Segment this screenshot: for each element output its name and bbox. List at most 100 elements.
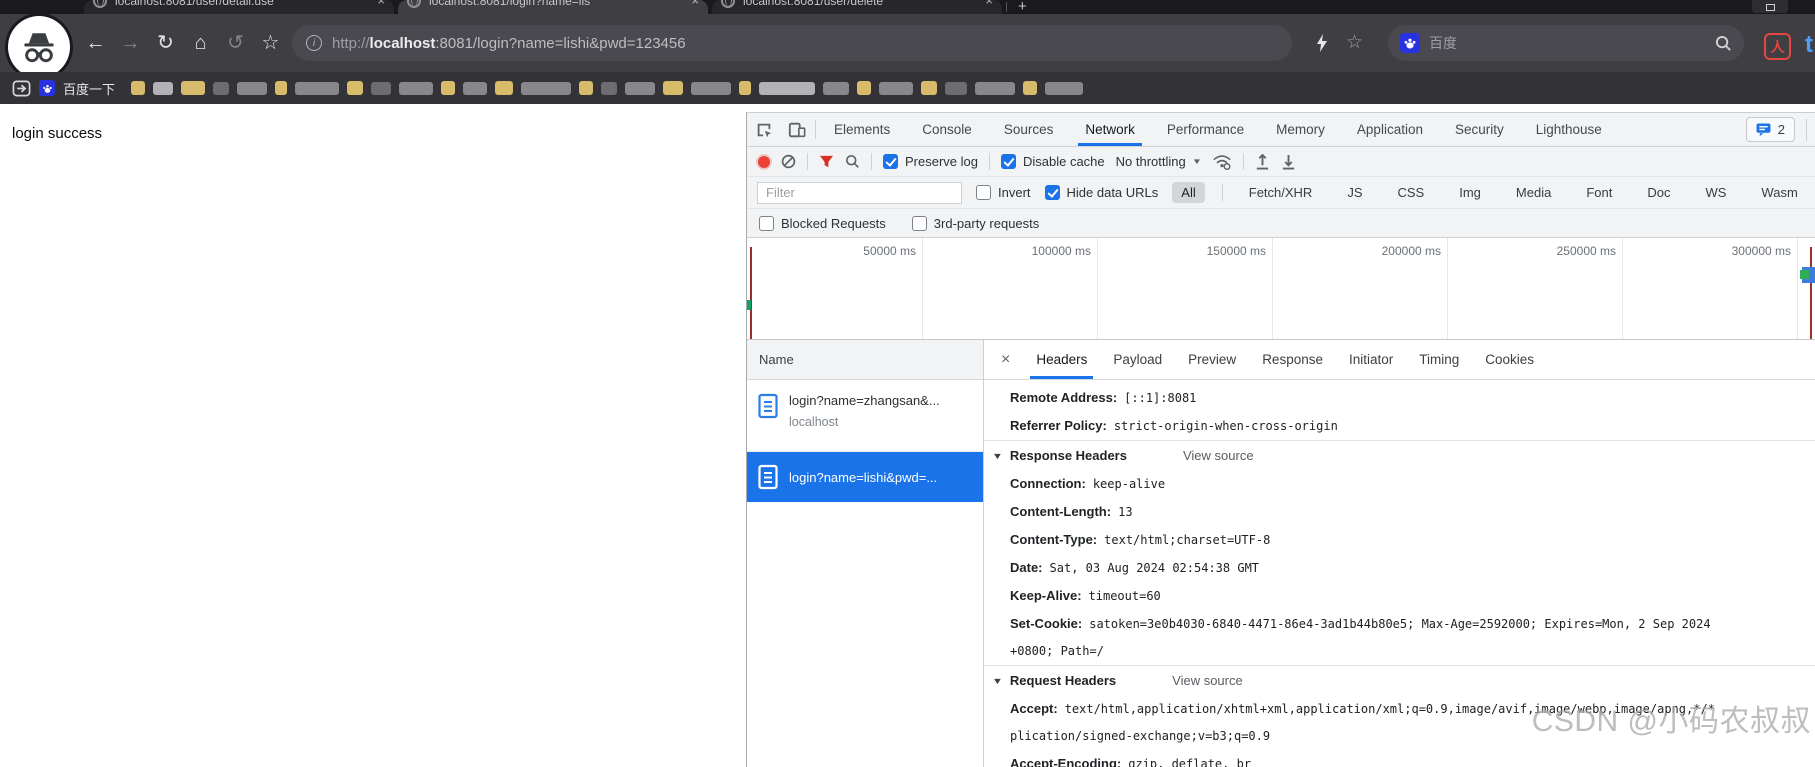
blurred-bookmark[interactable] (857, 81, 872, 95)
blurred-bookmark[interactable] (625, 81, 656, 95)
devtools-tab-security[interactable]: Security (1439, 113, 1520, 146)
blurred-bookmark[interactable] (495, 81, 514, 95)
tab-close-icon[interactable]: × (377, 0, 385, 7)
network-search-icon[interactable] (845, 154, 860, 169)
forward-button[interactable]: → (115, 25, 146, 61)
blurred-bookmark[interactable] (213, 81, 230, 95)
flash-icon[interactable] (1316, 34, 1328, 57)
network-conditions-icon[interactable] (1212, 153, 1232, 170)
resource-type-filter[interactable]: All (1172, 182, 1205, 203)
resource-type-filter[interactable]: Fetch/XHR (1240, 182, 1322, 203)
reload-button[interactable]: ↻ (150, 25, 181, 61)
request-row-selected[interactable]: login?name=lishi&pwd=... (747, 452, 983, 502)
bookmark-baidu-label[interactable]: 百度一下 (63, 79, 115, 98)
home-button[interactable]: ⌂ (185, 25, 216, 61)
devtools-tab-application[interactable]: Application (1341, 113, 1439, 146)
blurred-bookmark[interactable] (921, 81, 938, 95)
request-row[interactable]: login?name=zhangsan&... localhost (747, 380, 983, 452)
browser-tab[interactable]: localhost:8081/login?name=lis × (398, 0, 708, 14)
blurred-bookmark[interactable] (579, 81, 594, 95)
resource-type-filter[interactable]: Font (1577, 182, 1621, 203)
devtools-tab-lighthouse[interactable]: Lighthouse (1520, 113, 1618, 146)
devtools-tab-performance[interactable]: Performance (1151, 113, 1260, 146)
hide-data-urls-checkbox[interactable]: Hide data URLs (1044, 185, 1158, 200)
blurred-bookmark[interactable] (1045, 81, 1084, 95)
address-bar[interactable]: i http://localhost:8081/login?name=lishi… (292, 25, 1292, 61)
blurred-bookmark[interactable] (441, 81, 456, 95)
preserve-log-checkbox[interactable]: Preserve log (883, 154, 978, 169)
incognito-avatar[interactable] (8, 16, 70, 78)
resource-type-filter[interactable]: WS (1696, 182, 1735, 203)
blocked-requests-checkbox[interactable]: Blocked Requests (759, 215, 886, 231)
devtools-tab-memory[interactable]: Memory (1260, 113, 1341, 146)
details-tab-response[interactable]: Response (1249, 340, 1336, 379)
blurred-bookmark[interactable] (739, 81, 752, 95)
blurred-bookmark[interactable] (879, 81, 914, 95)
filter-input[interactable] (757, 181, 962, 204)
devtools-tab-sources[interactable]: Sources (988, 113, 1070, 146)
resource-type-filter[interactable]: Img (1450, 182, 1490, 203)
blurred-bookmark[interactable] (1023, 81, 1038, 95)
site-info-icon[interactable]: i (306, 35, 322, 51)
inspect-element-icon[interactable] (747, 113, 780, 146)
network-overview-timeline[interactable]: 50000 ms 100000 ms 150000 ms 200000 ms 25000… (747, 238, 1815, 340)
details-tab-headers[interactable]: Headers (1023, 340, 1100, 379)
blurred-bookmark[interactable] (601, 81, 618, 95)
details-tab-initiator[interactable]: Initiator (1336, 340, 1406, 379)
acrobat-extension-icon[interactable]: 人 (1764, 33, 1791, 60)
issues-badge[interactable]: 2 (1745, 117, 1795, 142)
blurred-bookmark[interactable] (399, 81, 434, 95)
request-headers-section[interactable]: ▼ Request Headers View source (984, 665, 1815, 695)
extension-t-icon[interactable]: t (1805, 31, 1813, 59)
blurred-bookmark[interactable] (153, 81, 174, 95)
resource-type-filter[interactable]: Wasm (1752, 182, 1806, 203)
blurred-bookmark[interactable] (691, 81, 732, 95)
resource-type-filter[interactable]: JS (1338, 182, 1371, 203)
blurred-bookmark[interactable] (275, 81, 288, 95)
bookmark-star-button[interactable]: ☆ (255, 25, 286, 61)
tab-close-icon[interactable]: × (985, 0, 993, 7)
blurred-bookmark[interactable] (975, 81, 1016, 95)
browser-tab[interactable]: localhost:8081/user/detail.use × (84, 0, 394, 14)
record-icon[interactable] (758, 155, 770, 168)
devtools-tab-console[interactable]: Console (906, 113, 988, 146)
search-icon[interactable] (1715, 35, 1732, 52)
device-toolbar-icon[interactable] (780, 113, 813, 146)
blurred-bookmark[interactable] (295, 81, 340, 95)
details-tab-timing[interactable]: Timing (1406, 340, 1472, 379)
blurred-bookmark[interactable] (945, 81, 968, 95)
resource-type-filter[interactable]: CSS (1389, 182, 1434, 203)
requests-column-header[interactable]: Name (747, 340, 983, 380)
details-tab-preview[interactable]: Preview (1175, 340, 1249, 379)
devtools-tab-network[interactable]: Network (1069, 113, 1151, 146)
blurred-bookmark[interactable] (823, 81, 850, 95)
blurred-bookmark[interactable] (371, 81, 392, 95)
browser-tab[interactable]: localhost:8081/user/delete × (712, 0, 1002, 14)
export-har-icon[interactable] (1281, 154, 1296, 170)
new-tab-button[interactable]: + (1018, 0, 1027, 14)
filter-icon[interactable] (819, 155, 834, 169)
response-headers-section[interactable]: ▼ Response Headers View source (984, 440, 1815, 470)
blurred-bookmark[interactable] (237, 81, 268, 95)
blurred-bookmark[interactable] (181, 81, 206, 95)
resource-type-filter[interactable]: Media (1507, 182, 1560, 203)
blurred-bookmark[interactable] (347, 81, 364, 95)
view-source-link[interactable]: View source (1183, 448, 1254, 463)
clear-icon[interactable] (781, 154, 796, 169)
details-tab-payload[interactable]: Payload (1100, 340, 1175, 379)
back-button[interactable]: ← (80, 25, 111, 61)
resource-type-filter[interactable]: Doc (1638, 182, 1679, 203)
window-control[interactable] (1752, 0, 1788, 13)
throttling-dropdown[interactable]: No throttling ▼ (1116, 154, 1202, 169)
favorite-star-icon[interactable]: ☆ (1346, 25, 1363, 61)
view-source-link[interactable]: View source (1172, 673, 1243, 688)
third-party-requests-checkbox[interactable]: 3rd-party requests (911, 215, 1039, 231)
baidu-bookmark-icon[interactable] (39, 80, 55, 96)
blurred-bookmark[interactable] (759, 81, 816, 95)
blurred-bookmark[interactable] (521, 81, 572, 95)
close-icon[interactable]: × (988, 340, 1023, 379)
blurred-bookmark[interactable] (463, 81, 488, 95)
blurred-bookmark[interactable] (663, 81, 684, 95)
blurred-bookmark[interactable] (131, 81, 146, 95)
restore-button[interactable]: ↺ (220, 25, 251, 61)
